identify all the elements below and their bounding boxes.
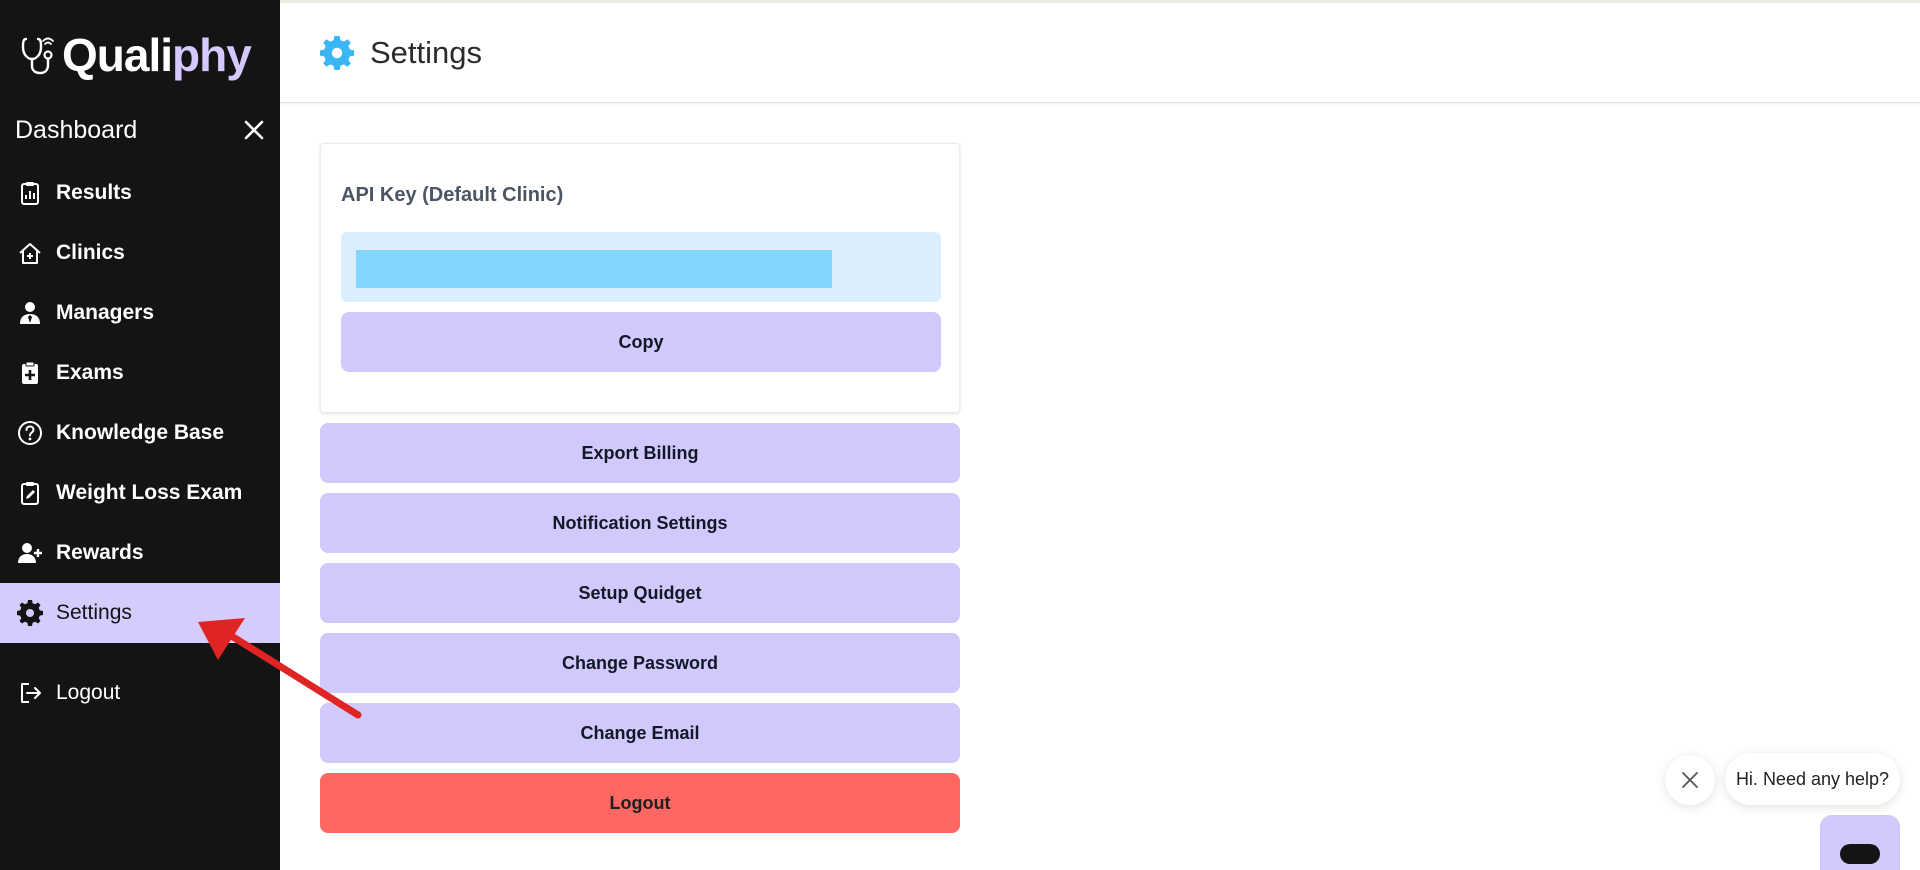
sidebar: Qualiphy Dashboard Results Clinics Manag… [0, 0, 280, 870]
api-key-value-redacted [356, 250, 832, 288]
sidebar-nav: Results Clinics Managers Exams Knowledge… [0, 163, 280, 723]
chat-dismiss-button[interactable] [1665, 755, 1715, 805]
clipboard-chart-icon [16, 179, 44, 207]
brand-logo[interactable]: Qualiphy [20, 28, 252, 82]
close-icon[interactable] [243, 119, 265, 141]
sidebar-item-label: Clinics [56, 241, 125, 264]
settings-actions: Export Billing Notification Settings Set… [320, 423, 960, 833]
app: Qualiphy Dashboard Results Clinics Manag… [0, 0, 1920, 870]
export-billing-button[interactable]: Export Billing [320, 423, 960, 483]
sidebar-item-rewards[interactable]: Rewards [0, 523, 280, 583]
chat-launcher-button[interactable] [1820, 815, 1900, 870]
sidebar-item-settings[interactable]: Settings [0, 583, 280, 643]
logout-button[interactable]: Logout [320, 773, 960, 833]
api-key-title: API Key (Default Clinic) [341, 184, 564, 206]
clipboard-plus-icon [16, 359, 44, 387]
copy-button[interactable]: Copy [341, 312, 941, 372]
sidebar-item-label: Exams [56, 361, 124, 384]
sidebar-item-label: Weight Loss Exam [56, 481, 243, 504]
sidebar-item-label: Settings [56, 601, 132, 624]
clipboard-edit-icon [16, 479, 44, 507]
sidebar-item-results[interactable]: Results [0, 163, 280, 223]
stethoscope-icon [21, 37, 54, 75]
gear-icon [320, 35, 354, 70]
sidebar-item-label: Knowledge Base [56, 421, 225, 444]
page-title: Settings [370, 34, 483, 70]
change-email-button[interactable]: Change Email [320, 703, 960, 763]
api-key-field[interactable] [341, 232, 941, 302]
brand-name-part1: Quali [62, 29, 173, 81]
user-plus-icon [16, 539, 44, 567]
sidebar-item-weight-loss-exam[interactable]: Weight Loss Exam [0, 463, 280, 523]
sidebar-item-knowledge-base[interactable]: Knowledge Base [0, 403, 280, 463]
brand-name: Qualiphy [62, 28, 252, 82]
house-plus-icon [16, 239, 44, 267]
sidebar-item-label: Logout [56, 681, 121, 704]
gear-icon [16, 599, 44, 627]
settings-panel: API Key (Default Clinic) Copy Export Bil… [320, 143, 960, 843]
sidebar-header: Dashboard [15, 112, 265, 148]
sidebar-item-label: Rewards [56, 541, 144, 564]
sidebar-item-label: Results [56, 181, 132, 204]
sidebar-title: Dashboard [15, 115, 138, 144]
logout-icon [16, 679, 44, 707]
notification-settings-button[interactable]: Notification Settings [320, 493, 960, 553]
chat-icon [1840, 844, 1880, 864]
sidebar-item-exams[interactable]: Exams [0, 343, 280, 403]
sidebar-item-clinics[interactable]: Clinics [0, 223, 280, 283]
api-key-card: API Key (Default Clinic) Copy [320, 143, 960, 413]
change-password-button[interactable]: Change Password [320, 633, 960, 693]
chat-greeting-bubble[interactable]: Hi. Need any help? [1725, 753, 1900, 805]
sidebar-item-logout[interactable]: Logout [0, 663, 280, 723]
user-tie-icon [16, 299, 44, 327]
brand-name-part2: phy [172, 29, 252, 81]
sidebar-item-label: Managers [56, 301, 155, 324]
question-circle-icon [16, 419, 44, 447]
sidebar-item-managers[interactable]: Managers [0, 283, 280, 343]
page-header: Settings [280, 0, 1920, 103]
close-icon [1682, 772, 1698, 788]
setup-quidget-button[interactable]: Setup Quidget [320, 563, 960, 623]
